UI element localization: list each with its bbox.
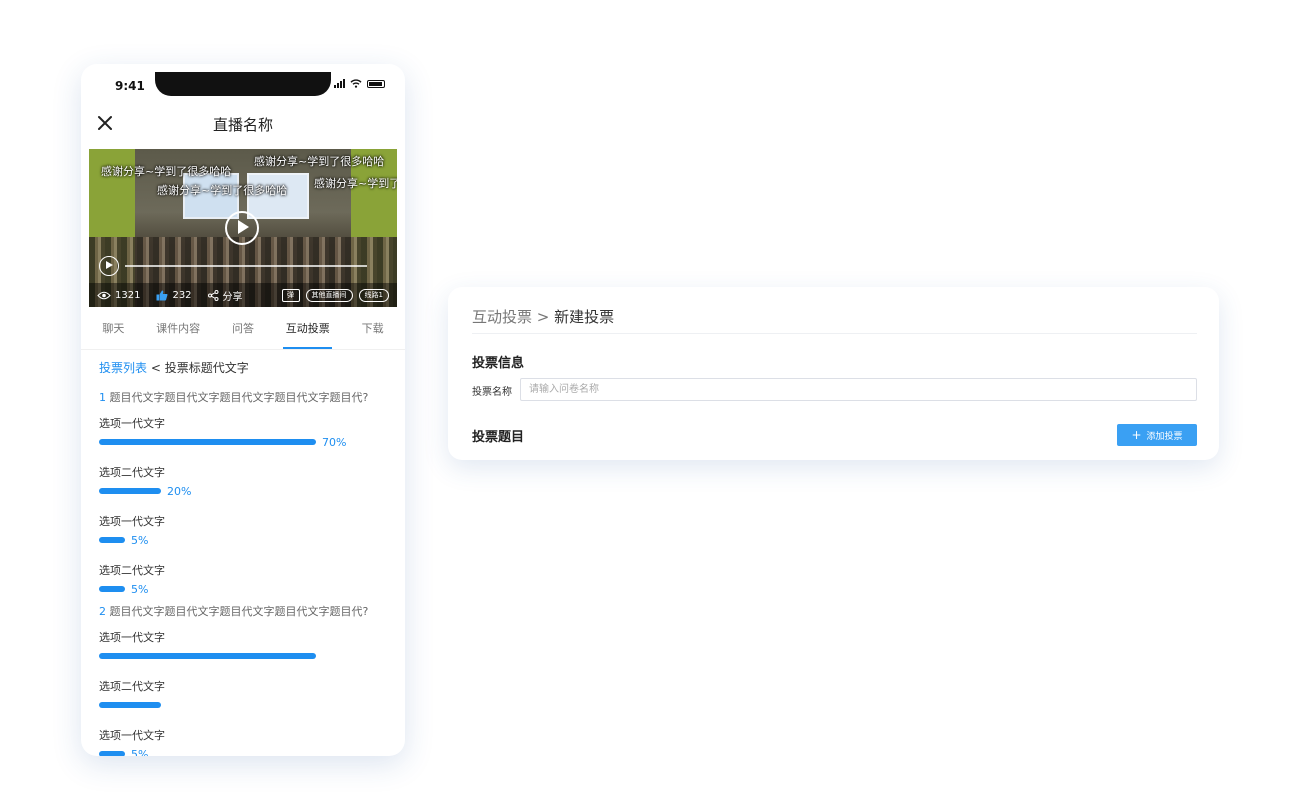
- vote-items-heading: 投票题目: [472, 430, 525, 445]
- option-label: 选项一代文字: [99, 515, 165, 528]
- panel-breadcrumb: 互动投票 > 新建投票: [472, 306, 614, 327]
- view-count-value: 1321: [115, 289, 141, 301]
- plus-icon: +: [1131, 428, 1142, 442]
- add-vote-button[interactable]: + 添加投票: [1117, 424, 1197, 446]
- play-small-button[interactable]: [99, 256, 119, 276]
- share-label: 分享: [222, 291, 243, 303]
- cellular-signal-icon: [334, 79, 345, 88]
- question-number: 2: [99, 605, 106, 618]
- option-label: 选项二代文字: [99, 680, 165, 693]
- question-text: 题目代文字题目代文字题目代文字题目代文字题目代?: [109, 391, 369, 404]
- option-label: 选项一代文字: [99, 631, 165, 644]
- vote-option[interactable]: 选项一代文字 70%: [99, 415, 389, 449]
- share-button[interactable]: 分享: [207, 288, 243, 303]
- option-percent: 20%: [167, 484, 192, 498]
- option-percent: 5%: [131, 747, 149, 757]
- danmaku-toggle-icon[interactable]: 弹: [281, 288, 300, 302]
- option-bar: [99, 537, 125, 543]
- option-percent: 5%: [131, 533, 149, 547]
- breadcrumb-current: 新建投票: [554, 308, 615, 326]
- breadcrumb-current: 投票标题代文字: [164, 361, 249, 375]
- breadcrumb: 投票列表 < 投票标题代文字: [99, 359, 249, 376]
- danmaku-comment: 感谢分享~学到了: [314, 177, 397, 190]
- vote-option[interactable]: 选项一代文字 5%: [99, 513, 389, 547]
- option-result: 70%: [99, 435, 389, 449]
- divider: [472, 333, 1197, 334]
- question-title: 2 题目代文字题目代文字题目代文字题目代文字题目代?: [99, 603, 389, 619]
- live-title: 直播名称: [212, 116, 273, 134]
- option-result: [99, 699, 389, 711]
- phone-notch: [155, 72, 331, 96]
- other-rooms-button[interactable]: 其他直播间: [305, 288, 353, 302]
- option-label: 选项一代文字: [99, 417, 165, 430]
- mobile-live-app: 9:41 直播名称 感谢分享~学到了很多哈哈 感谢分享~学到了很多哈哈 感谢分享…: [81, 64, 405, 756]
- vote-name-label: 投票名称: [472, 387, 512, 398]
- vote-question: 2 题目代文字题目代文字题目代文字题目代文字题目代? 选项一代文字 选项二代文字…: [99, 603, 389, 756]
- line-select-button[interactable]: 线路1: [358, 288, 389, 302]
- option-bar: [99, 439, 316, 445]
- vote-option[interactable]: 选项二代文字: [99, 678, 389, 711]
- option-label: 选项二代文字: [99, 466, 165, 479]
- share-icon: [207, 289, 219, 301]
- option-bar: [99, 702, 161, 708]
- option-result: 20%: [99, 484, 389, 498]
- like-button[interactable]: 232: [156, 289, 192, 301]
- option-bar: [99, 586, 125, 592]
- option-percent: 5%: [131, 582, 149, 596]
- danmaku-comment: 感谢分享~学到了很多哈哈: [254, 155, 385, 168]
- danmaku-comment: 感谢分享~学到了很多哈哈: [101, 165, 232, 178]
- option-bar: [99, 488, 161, 494]
- add-vote-label: 添加投票: [1146, 431, 1183, 442]
- video-player[interactable]: 感谢分享~学到了很多哈哈 感谢分享~学到了很多哈哈 感谢分享~学到了很多哈哈 感…: [89, 149, 397, 307]
- vote-name-input[interactable]: [520, 378, 1197, 401]
- vote-option[interactable]: 选项二代文字 20%: [99, 464, 389, 498]
- like-count-value: 232: [172, 289, 192, 301]
- option-result: 5%: [99, 533, 389, 547]
- vote-option[interactable]: 选项一代文字: [99, 629, 389, 662]
- wifi-icon: [350, 79, 362, 88]
- option-percent: 70%: [322, 435, 347, 449]
- play-button[interactable]: [225, 211, 259, 245]
- danmaku-comment: 感谢分享~学到了很多哈哈: [157, 184, 288, 197]
- option-bar: [99, 751, 125, 756]
- breadcrumb-vote-link[interactable]: 互动投票: [472, 308, 532, 326]
- tab-download[interactable]: 下载: [340, 316, 405, 349]
- option-bar: [99, 653, 316, 659]
- vote-question: 1 题目代文字题目代文字题目代文字题目代文字题目代? 选项一代文字 70% 选项…: [99, 389, 389, 596]
- video-progress[interactable]: [125, 265, 367, 267]
- eye-icon: [97, 291, 111, 299]
- tab-qa[interactable]: 问答: [211, 316, 276, 349]
- breadcrumb-vote-list-link[interactable]: 投票列表: [99, 361, 147, 375]
- option-result: 5%: [99, 748, 389, 756]
- view-count: 1321: [97, 290, 140, 301]
- thumbs-up-icon: [156, 290, 168, 300]
- tab-courseware[interactable]: 课件内容: [146, 316, 211, 349]
- question-text: 题目代文字题目代文字题目代文字题目代文字题目代?: [109, 605, 369, 618]
- status-icons: [334, 79, 385, 88]
- new-vote-panel: 互动投票 > 新建投票 投票信息 投票名称 投票题目 + 添加投票: [448, 287, 1219, 460]
- question-number: 1: [99, 391, 106, 404]
- vote-option[interactable]: 选项一代文字 5%: [99, 727, 389, 756]
- tab-chat[interactable]: 聊天: [81, 316, 146, 349]
- battery-icon: [367, 79, 385, 88]
- breadcrumb-separator: >: [536, 308, 550, 326]
- breadcrumb-separator: <: [150, 361, 161, 375]
- tab-vote[interactable]: 互动投票: [275, 316, 340, 349]
- option-result: [99, 650, 389, 662]
- option-result: 5%: [99, 582, 389, 596]
- option-label: 选项二代文字: [99, 564, 165, 577]
- question-title: 1 题目代文字题目代文字题目代文字题目代文字题目代?: [99, 389, 389, 405]
- tab-bar: 聊天 课件内容 问答 互动投票 下载: [81, 316, 405, 350]
- status-time: 9:41: [115, 79, 145, 93]
- vote-option[interactable]: 选项二代文字 5%: [99, 562, 389, 596]
- video-controls: 1321 232 分享 弹 其他直播间 线路1: [89, 283, 397, 307]
- vote-info-heading: 投票信息: [472, 356, 525, 371]
- option-label: 选项一代文字: [99, 729, 165, 742]
